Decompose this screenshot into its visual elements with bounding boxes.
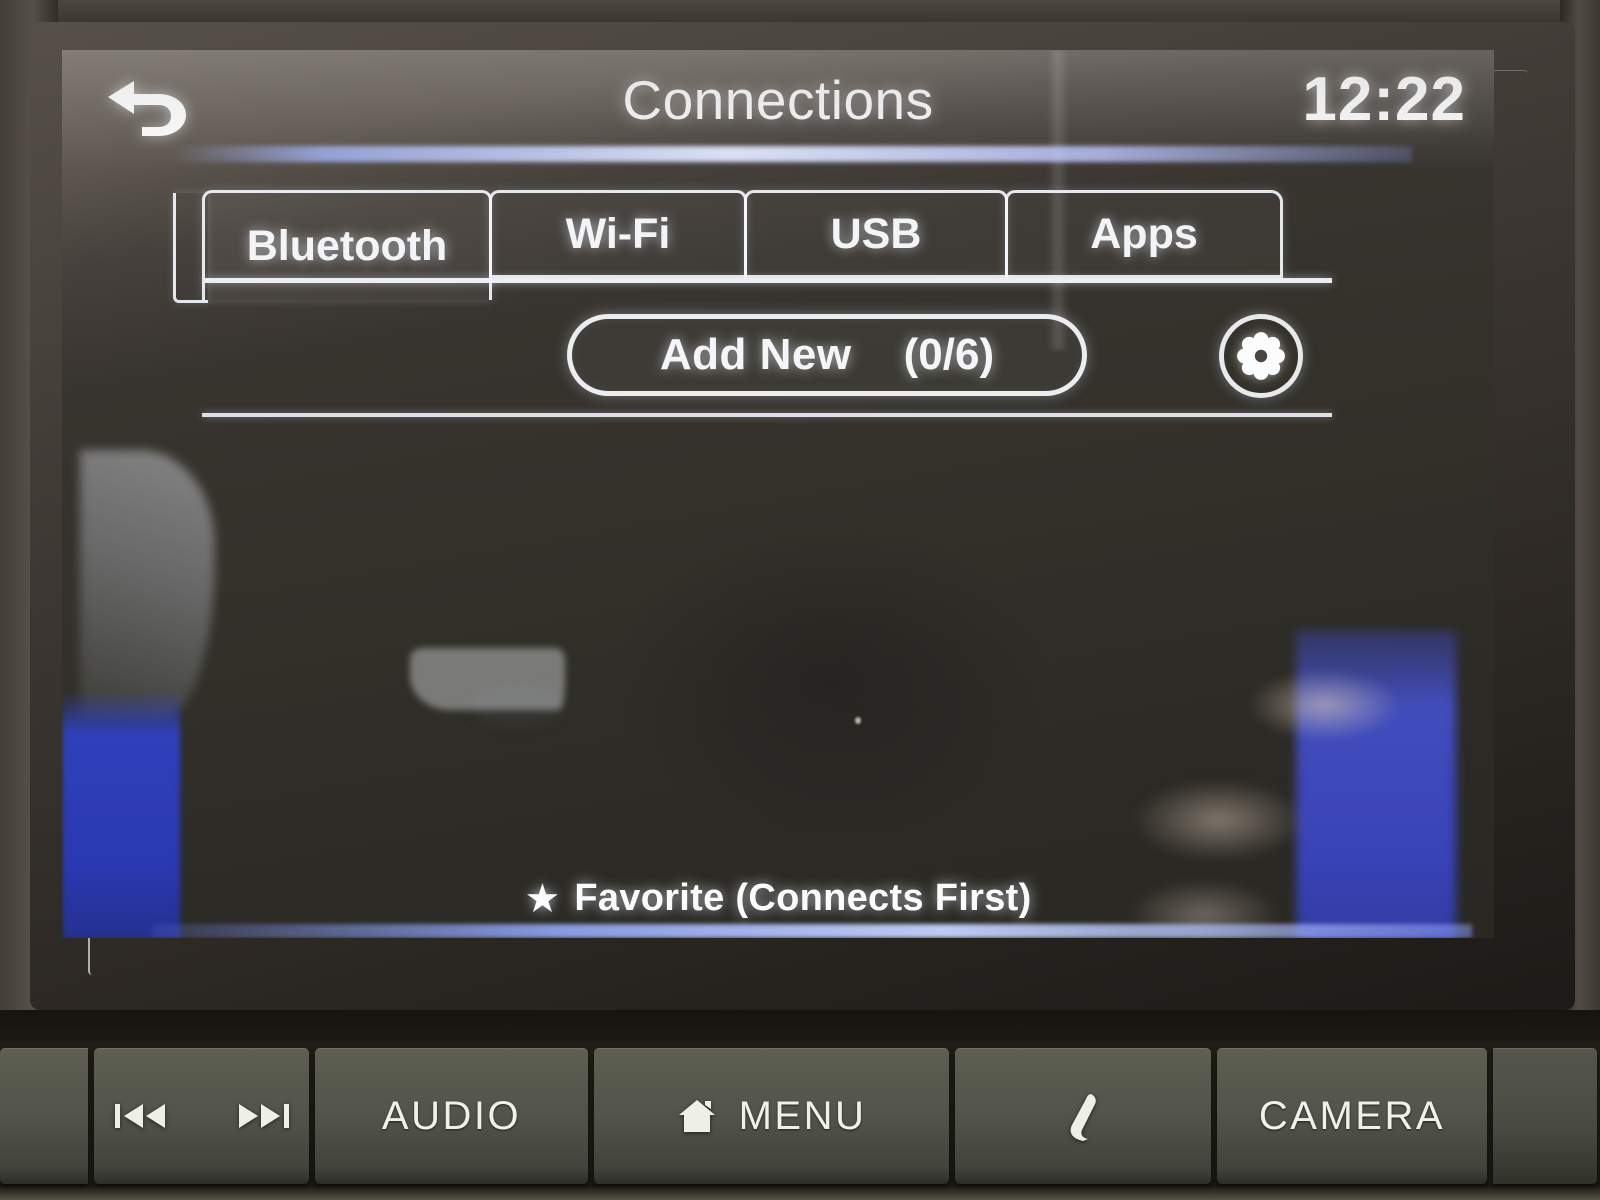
camera-button-label: CAMERA: [1258, 1093, 1446, 1138]
tab-bluetooth-label: Bluetooth: [246, 222, 448, 270]
favorite-legend-label: Favorite (Connects First): [574, 877, 1032, 919]
tab-bluetooth[interactable]: Bluetooth: [173, 190, 492, 303]
infotainment-photo: Connections 12:22 Bluetooth Wi-Fi USB Ap…: [0, 0, 1600, 1200]
add-new-button[interactable]: Add New (0/6): [567, 314, 1087, 396]
clock: 12:22: [1302, 65, 1466, 134]
star-icon: ★: [524, 876, 561, 921]
hardware-left-filler: [0, 1048, 88, 1184]
hardware-right-filler: [1493, 1048, 1597, 1184]
tab-usb-label: USB: [830, 209, 922, 258]
menu-button-label: MENU: [738, 1093, 867, 1138]
touchscreen-display[interactable]: Connections 12:22 Bluetooth Wi-Fi USB Ap…: [62, 50, 1494, 938]
tab-usb[interactable]: USB: [744, 190, 1008, 278]
tab-wifi[interactable]: Wi-Fi: [489, 190, 747, 278]
active-tab-foot: [173, 193, 208, 303]
camera-button[interactable]: CAMERA: [1217, 1048, 1487, 1184]
audio-button-label: AUDIO: [381, 1093, 522, 1138]
phone-handset-icon: [1061, 1090, 1105, 1142]
add-new-label: Add New: [659, 330, 852, 379]
tab-apps-label: Apps: [1090, 209, 1198, 258]
gear-icon[interactable]: [1219, 314, 1303, 398]
next-track-icon[interactable]: [237, 1099, 291, 1133]
page-title: Connections: [622, 69, 934, 131]
paired-device-count: (0/6): [903, 330, 995, 379]
bluetooth-toolbar: Add New (0/6): [62, 300, 1494, 410]
menu-button[interactable]: MENU: [594, 1048, 949, 1184]
screen-header: Connections 12:22: [62, 50, 1494, 150]
tab-apps[interactable]: Apps: [1005, 190, 1283, 278]
tab-wifi-label: Wi-Fi: [565, 209, 671, 258]
audio-button[interactable]: AUDIO: [315, 1048, 588, 1184]
hardware-button-row: AUDIO MENU CAMERA: [0, 1042, 1600, 1200]
connections-screen: Connections 12:22 Bluetooth Wi-Fi USB Ap…: [62, 50, 1494, 938]
paired-device-list[interactable]: [202, 425, 1332, 865]
list-divider: [202, 413, 1332, 417]
phone-button[interactable]: [955, 1048, 1211, 1184]
track-skip-buttons[interactable]: [94, 1048, 309, 1184]
connections-tab-bar: Bluetooth Wi-Fi USB Apps: [173, 190, 1332, 303]
home-icon: [677, 1098, 717, 1134]
bezel-lower-gap: [0, 1010, 1600, 1042]
hardware-row-sheen: [0, 1186, 1600, 1200]
prev-track-icon[interactable]: [113, 1099, 167, 1133]
favorite-legend: ★ Favorite (Connects First): [62, 877, 1494, 920]
